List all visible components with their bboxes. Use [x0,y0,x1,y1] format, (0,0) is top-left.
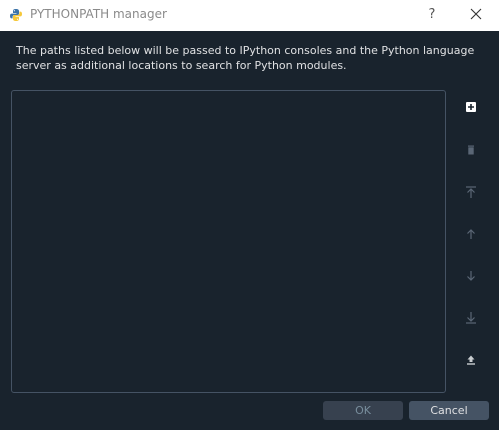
plus-square-icon [466,102,476,112]
ok-button[interactable]: OK [323,401,403,420]
arrow-up-icon [467,229,475,239]
window-title: PYTHONPATH manager [30,7,167,21]
pythonpath-manager-dialog: PYTHONPATH manager ? The paths listed be… [0,0,499,430]
cancel-button[interactable]: Cancel [409,401,489,420]
python-logo-icon [10,9,22,21]
help-button[interactable]: ? [420,4,444,26]
close-icon [470,8,482,20]
close-button[interactable] [464,4,488,26]
add-path-button[interactable] [462,98,480,116]
remove-path-button[interactable] [462,141,480,159]
export-icon [467,355,475,365]
trash-icon [468,145,474,155]
arrow-to-top-icon [466,186,476,198]
title-bar: PYTHONPATH manager ? [0,0,499,31]
path-list[interactable] [11,90,446,393]
arrow-down-icon [467,271,475,281]
move-to-top-button[interactable] [462,183,480,201]
description-text: The paths listed below will be passed to… [16,44,475,72]
export-button[interactable] [462,351,480,369]
move-to-bottom-button[interactable] [462,309,480,327]
move-down-button[interactable] [462,267,480,285]
move-up-button[interactable] [462,225,480,243]
arrow-to-bottom-icon [466,312,476,324]
